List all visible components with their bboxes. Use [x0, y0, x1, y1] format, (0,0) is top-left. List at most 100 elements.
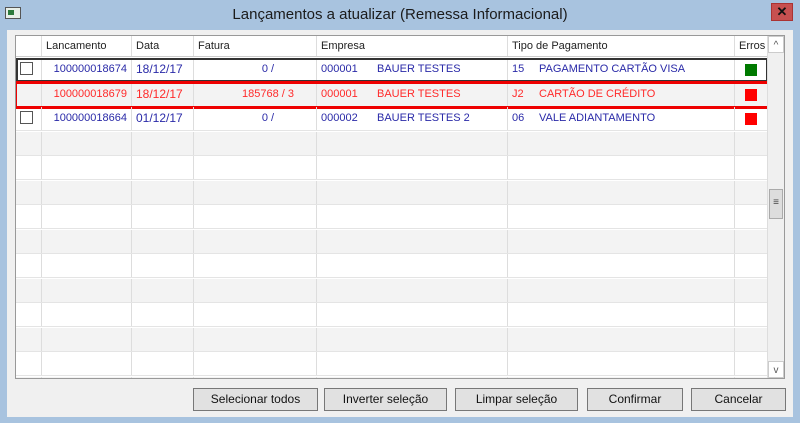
- erros-cell: [735, 58, 768, 81]
- header-data[interactable]: Data: [132, 36, 194, 56]
- header-empresa[interactable]: Empresa: [317, 36, 508, 56]
- header-erros[interactable]: Erros: [735, 36, 768, 56]
- empresa-cell: 000002 BAUER TESTES 2: [317, 107, 508, 130]
- empty-cell: [735, 376, 768, 378]
- empty-cell: [194, 278, 317, 302]
- empty-cell: [317, 156, 508, 179]
- row-select-cell[interactable]: [16, 58, 42, 81]
- dialog-body: Lancamento Data Fatura Empresa Tipo de P…: [7, 30, 793, 417]
- empty-row[interactable]: [16, 180, 768, 205]
- empty-cell: [317, 205, 508, 228]
- clear-selection-button[interactable]: Limpar seleção: [455, 388, 578, 411]
- empty-cell: [194, 303, 317, 326]
- table-row[interactable]: 100000018674 18/12/17 0 / 000001 BAUER TE…: [16, 58, 768, 82]
- empty-cell: [132, 327, 194, 351]
- header-lancamento[interactable]: Lancamento: [42, 36, 132, 56]
- empty-cell: [132, 205, 194, 228]
- empty-cell: [42, 131, 132, 155]
- empresa-name: BAUER TESTES: [377, 63, 461, 75]
- empty-cell: [194, 254, 317, 277]
- empty-row[interactable]: [16, 327, 768, 352]
- empty-cell: [42, 376, 132, 378]
- empty-row[interactable]: [16, 303, 768, 327]
- row-checkbox[interactable]: [20, 62, 33, 75]
- empty-cell: [317, 352, 508, 375]
- empty-cell: [42, 254, 132, 277]
- empty-cell: [508, 352, 735, 375]
- table-row[interactable]: 100000018679 18/12/17 185768 / 3 000001 B…: [16, 80, 770, 109]
- tipo-cell: 06 VALE ADIANTAMENTO: [508, 107, 735, 130]
- empty-cell: [317, 131, 508, 155]
- empty-cell: [508, 327, 735, 351]
- error-indicator-icon: [745, 113, 757, 125]
- title-bar: Lançamentos a atualizar (Remessa Informa…: [0, 0, 800, 30]
- grid-header: Lancamento Data Fatura Empresa Tipo de P…: [16, 36, 768, 57]
- empty-cell: [16, 376, 42, 378]
- empresa-code: 000001: [321, 87, 358, 100]
- row-checkbox[interactable]: [20, 111, 33, 124]
- empty-row[interactable]: [16, 352, 768, 376]
- empty-cell: [735, 352, 768, 375]
- cancel-button[interactable]: Cancelar: [691, 388, 786, 411]
- empresa-code: 000001: [321, 63, 358, 75]
- fatura-value: 185768 / 3: [242, 87, 294, 100]
- empty-row[interactable]: [16, 278, 768, 303]
- empty-cell: [16, 278, 42, 302]
- tipo-code: 06: [512, 112, 525, 124]
- empty-cell: [16, 131, 42, 155]
- fatura-cell: 0 /: [194, 107, 317, 130]
- empty-cell: [317, 278, 508, 302]
- empty-cell: [16, 327, 42, 351]
- empty-cell: [16, 254, 42, 277]
- empty-cell: [508, 376, 735, 378]
- confirm-button[interactable]: Confirmar: [587, 388, 683, 411]
- invert-selection-button[interactable]: Inverter seleção: [324, 388, 447, 411]
- row-select-cell[interactable]: [16, 82, 42, 106]
- lancamento-cell: 100000018664: [42, 107, 132, 130]
- close-button[interactable]: ✕: [771, 3, 793, 21]
- table-row[interactable]: 100000018664 01/12/17 0 / 000002 BAUER TE…: [16, 107, 768, 131]
- empty-cell: [194, 180, 317, 204]
- lancamento-cell: 100000018674: [42, 58, 132, 81]
- data-cell: 18/12/17: [132, 82, 194, 106]
- fatura-cell: 0 /: [194, 58, 317, 81]
- entries-grid: Lancamento Data Fatura Empresa Tipo de P…: [15, 35, 785, 379]
- empty-cell: [194, 352, 317, 375]
- scroll-thumb[interactable]: ≡: [769, 189, 783, 219]
- empty-cell: [508, 229, 735, 253]
- header-tipo[interactable]: Tipo de Pagamento: [508, 36, 735, 56]
- empresa-cell: 000001 BAUER TESTES: [317, 82, 508, 106]
- empty-row[interactable]: [16, 254, 768, 278]
- empty-cell: [508, 156, 735, 179]
- empty-cell: [735, 303, 768, 326]
- empresa-name: BAUER TESTES 2: [377, 112, 470, 124]
- erros-cell: [735, 107, 768, 130]
- empty-cell: [132, 352, 194, 375]
- empty-cell: [132, 254, 194, 277]
- empty-cell: [42, 229, 132, 253]
- select-all-button[interactable]: Selecionar todos: [193, 388, 318, 411]
- empty-cell: [194, 156, 317, 179]
- empty-cell: [132, 229, 194, 253]
- empty-cell: [317, 376, 508, 378]
- fatura-value: 0 /: [261, 112, 275, 124]
- empty-row[interactable]: [16, 376, 768, 378]
- empty-cell: [16, 229, 42, 253]
- tipo-code: J2: [512, 87, 524, 100]
- scroll-down-button[interactable]: v: [768, 361, 784, 378]
- row-select-cell[interactable]: [16, 107, 42, 130]
- empty-cell: [317, 229, 508, 253]
- tipo-cell: 15 PAGAMENTO CARTÃO VISA: [508, 58, 735, 81]
- empty-row[interactable]: [16, 156, 768, 180]
- empty-row[interactable]: [16, 131, 768, 156]
- empty-row[interactable]: [16, 229, 768, 254]
- header-check[interactable]: [16, 36, 42, 56]
- empty-cell: [194, 131, 317, 155]
- header-fatura[interactable]: Fatura: [194, 36, 317, 56]
- erros-cell: [735, 82, 768, 106]
- empresa-code: 000002: [321, 112, 358, 124]
- vertical-scrollbar[interactable]: ^ ≡ v: [767, 36, 784, 378]
- empty-cell: [317, 254, 508, 277]
- scroll-up-button[interactable]: ^: [768, 36, 784, 53]
- empty-row[interactable]: [16, 205, 768, 229]
